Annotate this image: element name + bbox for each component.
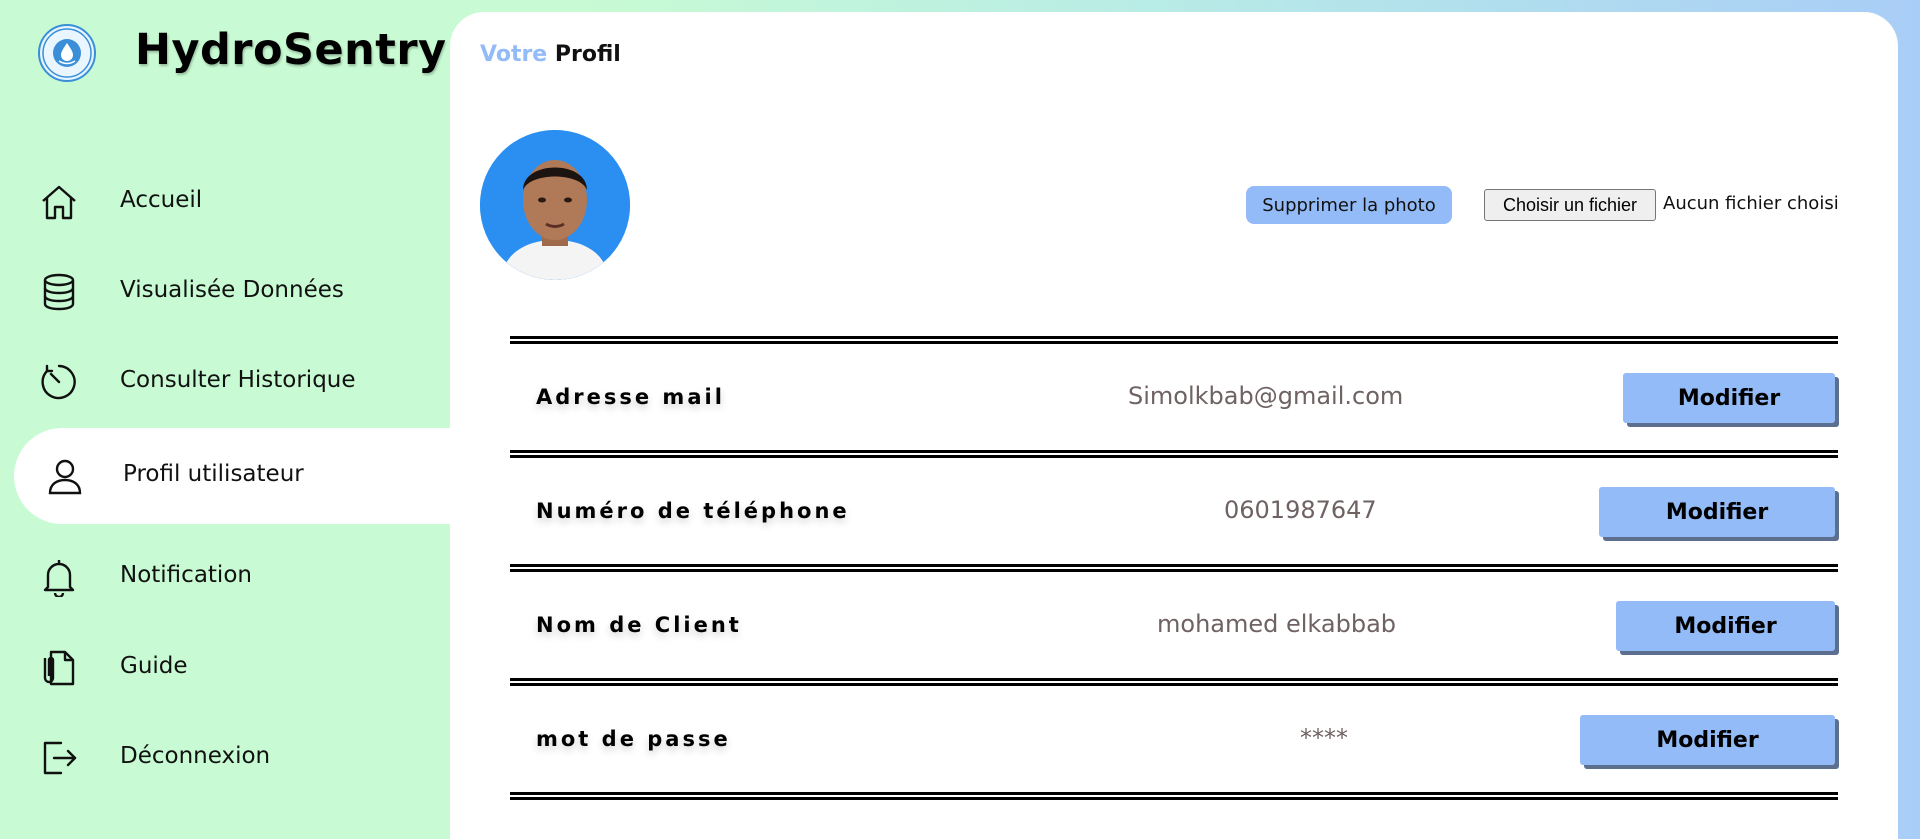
file-status-text: Aucun fichier choisi — [1663, 193, 1839, 214]
delete-photo-button[interactable]: Supprimer la photo — [1246, 186, 1452, 224]
sidebar: HydroSentry Accueil Visualisée Données C… — [0, 0, 450, 839]
sidebar-item-label: Consulter Historique — [120, 367, 356, 393]
sidebar-item-notification[interactable]: Notification — [0, 532, 450, 622]
field-value-password: **** — [1300, 724, 1348, 752]
choose-file-button[interactable]: Choisir un fichier — [1484, 189, 1656, 221]
divider — [510, 564, 1838, 572]
sidebar-item-label: Déconnexion — [120, 743, 271, 769]
sidebar-item-deconnexion[interactable]: Déconnexion — [0, 713, 450, 803]
sidebar-item-label: Profil utilisateur — [123, 461, 304, 487]
home-icon — [38, 181, 80, 223]
page-title-rest: Profil — [554, 42, 621, 67]
user-icon — [44, 455, 86, 497]
sidebar-item-guide[interactable]: Guide — [0, 623, 450, 713]
page-title: Votre Profil — [480, 42, 621, 67]
document-icon — [38, 647, 80, 689]
field-label-email: Adresse mail — [536, 385, 725, 409]
divider — [510, 678, 1838, 686]
field-value-client-name: mohamed elkabbab — [1157, 610, 1397, 638]
sidebar-item-consulter-historique[interactable]: Consulter Historique — [0, 337, 450, 427]
timer-icon — [38, 361, 80, 403]
modify-client-name-button[interactable]: Modifier — [1616, 601, 1835, 651]
field-value-email: Simolkbab@gmail.com — [1128, 382, 1404, 410]
field-value-phone: 0601987647 — [1224, 496, 1377, 524]
logout-icon — [38, 737, 80, 779]
field-label-password: mot de passe — [536, 727, 731, 751]
divider — [510, 450, 1838, 458]
modify-email-button[interactable]: Modifier — [1623, 373, 1835, 423]
divider — [510, 792, 1838, 800]
water-drop-logo-icon — [42, 28, 92, 78]
avatar — [480, 130, 630, 280]
app-title: HydroSentry — [135, 25, 447, 75]
sidebar-item-profil-utilisateur[interactable]: Profil utilisateur — [14, 428, 450, 524]
modify-password-button[interactable]: Modifier — [1580, 715, 1835, 765]
sidebar-item-label: Accueil — [120, 187, 203, 213]
field-label-client-name: Nom de Client — [536, 613, 742, 637]
profile-panel: Votre Profil Supprimer la photo Choisir … — [450, 12, 1898, 839]
sidebar-item-label: Notification — [120, 562, 252, 588]
sidebar-item-label: Visualisée Données — [120, 277, 344, 303]
modify-phone-button[interactable]: Modifier — [1599, 487, 1835, 537]
sidebar-item-visualisee-donnees[interactable]: Visualisée Données — [0, 247, 450, 337]
field-label-phone: Numéro de téléphone — [536, 499, 850, 523]
sidebar-item-label: Guide — [120, 653, 188, 679]
database-icon — [38, 271, 80, 313]
bell-icon — [38, 556, 80, 598]
sidebar-item-accueil[interactable]: Accueil — [0, 157, 450, 247]
profile-photo — [480, 130, 630, 280]
app-logo — [38, 24, 96, 82]
page-title-accent: Votre — [480, 42, 548, 67]
divider — [510, 336, 1838, 344]
